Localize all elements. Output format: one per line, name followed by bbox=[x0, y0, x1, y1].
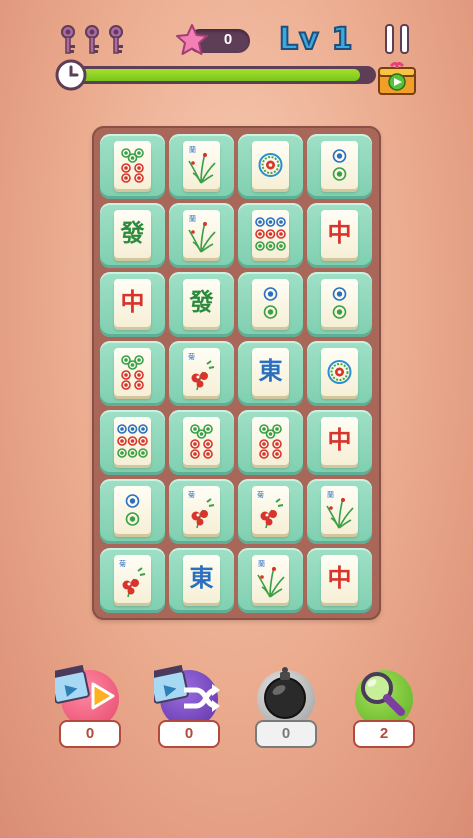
key-icon bbox=[85, 25, 99, 54]
mahjong-tile-red-dragon[interactable]: 中 bbox=[307, 203, 372, 268]
tile-face: 菊 bbox=[183, 486, 220, 534]
tile-face: 蘭 bbox=[183, 210, 220, 258]
tile-face bbox=[114, 348, 151, 396]
svg-text:蘭: 蘭 bbox=[327, 490, 334, 499]
tile-face bbox=[321, 348, 358, 396]
bomb-icon bbox=[264, 667, 306, 719]
tile-face: 菊 bbox=[252, 486, 289, 534]
mahjong-tile-flower-orchid[interactable]: 蘭 bbox=[307, 479, 372, 544]
tile-face bbox=[114, 141, 151, 189]
mahjong-tile-flower-orchid[interactable]: 蘭 bbox=[169, 134, 234, 199]
bomb-tool[interactable]: 0 bbox=[251, 662, 321, 748]
tile-board: 蘭 發蘭 中中發菊 東 中菊 菊 蘭 菊 東 蘭 中 bbox=[92, 126, 381, 620]
mahjong-tile-circle-9[interactable] bbox=[100, 410, 165, 475]
bomb-count: 0 bbox=[255, 720, 317, 748]
hint-tool[interactable]: 2 bbox=[349, 662, 419, 748]
tile-glyph: 發 bbox=[120, 218, 145, 247]
tile-glyph: 中 bbox=[327, 563, 352, 592]
tile-face bbox=[252, 141, 289, 189]
tile-face: 菊 bbox=[114, 555, 151, 603]
level-prefix: Lv bbox=[278, 21, 320, 58]
svg-text:菊: 菊 bbox=[188, 490, 195, 499]
clock-icon bbox=[55, 59, 87, 91]
mahjong-tile-circle-2[interactable] bbox=[307, 134, 372, 199]
tile-glyph: 中 bbox=[120, 287, 145, 316]
mahjong-tile-flower-chrysanthemum[interactable]: 菊 bbox=[169, 341, 234, 406]
mahjong-tile-circle-9[interactable] bbox=[238, 203, 303, 268]
mahjong-tile-red-dragon[interactable]: 中 bbox=[307, 548, 372, 613]
mahjong-tile-flower-chrysanthemum[interactable]: 菊 bbox=[238, 479, 303, 544]
tile-face: 中 bbox=[321, 210, 358, 258]
tile-face: 東 bbox=[252, 348, 289, 396]
star-count: 0 bbox=[223, 31, 233, 48]
shuffle-video-count: 0 bbox=[158, 720, 220, 748]
svg-text:菊: 菊 bbox=[257, 490, 264, 499]
tile-face: 中 bbox=[321, 555, 358, 603]
play-video-icon bbox=[55, 664, 115, 710]
star-icon bbox=[176, 24, 208, 55]
svg-text:菊: 菊 bbox=[119, 559, 126, 568]
svg-text:菊: 菊 bbox=[188, 352, 195, 361]
mahjong-tile-east-wind[interactable]: 東 bbox=[238, 341, 303, 406]
tile-face bbox=[252, 417, 289, 465]
tile-face: 東 bbox=[183, 555, 220, 603]
svg-text:蘭: 蘭 bbox=[189, 214, 196, 223]
mahjong-tile-red-dragon[interactable]: 中 bbox=[307, 410, 372, 475]
tile-face: 菊 bbox=[183, 348, 220, 396]
mahjong-tile-circle-1[interactable] bbox=[307, 341, 372, 406]
tile-face bbox=[114, 486, 151, 534]
tile-face bbox=[321, 141, 358, 189]
level-number: 1 bbox=[331, 21, 354, 58]
mahjong-tile-bamboo-6[interactable] bbox=[100, 134, 165, 199]
level-indicator: Lv 1 bbox=[278, 21, 354, 58]
tile-glyph: 發 bbox=[189, 287, 214, 316]
tile-face: 蘭 bbox=[183, 141, 220, 189]
shuffle-video-tool[interactable]: 0 bbox=[154, 662, 224, 748]
tile-face: 蘭 bbox=[252, 555, 289, 603]
undo-video-count: 0 bbox=[59, 720, 121, 748]
mahjong-tile-east-wind[interactable]: 東 bbox=[169, 548, 234, 613]
mahjong-tile-red-dragon[interactable]: 中 bbox=[100, 272, 165, 337]
tile-face: 中 bbox=[114, 279, 151, 327]
timer-fill bbox=[78, 69, 361, 81]
mahjong-tile-circle-2[interactable] bbox=[238, 272, 303, 337]
mahjong-tile-circle-2[interactable] bbox=[307, 272, 372, 337]
tile-face bbox=[252, 279, 289, 327]
mahjong-tile-green-dragon[interactable]: 發 bbox=[169, 272, 234, 337]
tile-glyph: 東 bbox=[189, 563, 214, 592]
mahjong-tile-bamboo-6[interactable] bbox=[169, 410, 234, 475]
tile-glyph: 東 bbox=[258, 356, 283, 385]
tile-glyph: 中 bbox=[327, 218, 352, 247]
pause-button[interactable] bbox=[385, 24, 411, 54]
keys-collected bbox=[58, 24, 126, 56]
svg-text:蘭: 蘭 bbox=[258, 559, 265, 568]
mahjong-tile-flower-orchid[interactable]: 蘭 bbox=[169, 203, 234, 268]
hint-count: 2 bbox=[353, 720, 415, 748]
mahjong-tile-flower-orchid[interactable]: 蘭 bbox=[238, 548, 303, 613]
tile-face bbox=[114, 417, 151, 465]
mahjong-tile-flower-chrysanthemum[interactable]: 菊 bbox=[169, 479, 234, 544]
magnifier-icon bbox=[361, 672, 405, 716]
tile-face: 中 bbox=[321, 417, 358, 465]
tile-face bbox=[252, 210, 289, 258]
tile-face: 發 bbox=[183, 279, 220, 327]
mahjong-tile-circle-2[interactable] bbox=[100, 479, 165, 544]
svg-text:蘭: 蘭 bbox=[189, 145, 196, 154]
video-chest-icon[interactable] bbox=[377, 58, 417, 96]
mahjong-tile-bamboo-6[interactable] bbox=[238, 410, 303, 475]
tile-face bbox=[321, 279, 358, 327]
key-icon bbox=[109, 25, 123, 54]
tile-face: 蘭 bbox=[321, 486, 358, 534]
mahjong-tile-bamboo-6[interactable] bbox=[100, 341, 165, 406]
undo-video-tool[interactable]: 0 bbox=[55, 662, 125, 748]
mahjong-tile-green-dragon[interactable]: 發 bbox=[100, 203, 165, 268]
key-icon bbox=[61, 25, 75, 54]
tile-face bbox=[183, 417, 220, 465]
mahjong-tile-flower-chrysanthemum[interactable]: 菊 bbox=[100, 548, 165, 613]
shuffle-icon bbox=[154, 664, 220, 712]
tile-glyph: 中 bbox=[327, 425, 352, 454]
timer-bar bbox=[74, 66, 376, 84]
tile-face: 發 bbox=[114, 210, 151, 258]
mahjong-tile-circle-1[interactable] bbox=[238, 134, 303, 199]
